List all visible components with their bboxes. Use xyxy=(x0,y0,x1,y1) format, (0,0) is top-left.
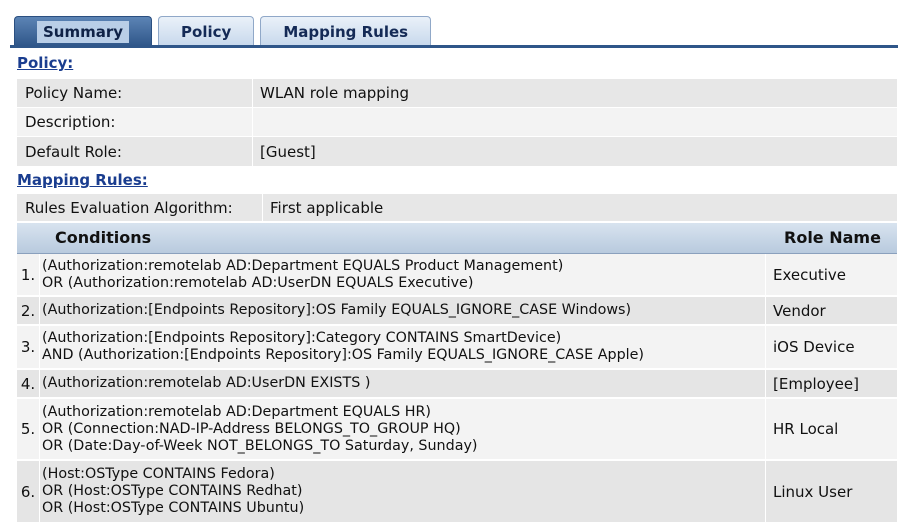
rule-row-1[interactable]: 1. (Authorization:remotelab AD:Departmen… xyxy=(17,254,897,296)
policy-summary-panel: Summary Policy Mapping Rules Policy: Pol… xyxy=(0,0,900,531)
condition-line: (Authorization:[Endpoints Repository]:Ca… xyxy=(42,330,562,346)
role-name-header: Role Name xyxy=(784,228,881,247)
algorithm-row: Rules Evaluation Algorithm: First applic… xyxy=(17,194,897,222)
rule-number: 1. xyxy=(20,265,36,284)
tab-policy-label: Policy xyxy=(181,23,232,41)
policy-section-title: Policy: xyxy=(17,54,74,72)
description-row: Description: xyxy=(17,108,897,137)
rule-role: Vendor xyxy=(773,301,826,320)
tab-summary-label: Summary xyxy=(37,21,130,43)
conditions-header: Conditions xyxy=(55,228,152,247)
tab-summary[interactable]: Summary xyxy=(14,16,153,46)
rule-role: iOS Device xyxy=(773,338,855,356)
condition-line: AND (Authorization:[Endpoints Repository… xyxy=(42,347,644,363)
tab-underline xyxy=(10,45,898,48)
rule-row-3[interactable]: 3. (Authorization:[Endpoints Repository]… xyxy=(17,326,897,369)
tab-bar: Summary Policy Mapping Rules xyxy=(14,14,432,46)
condition-line: (Authorization:remotelab AD:UserDN EXIST… xyxy=(42,375,371,391)
mapping-rules-section-title: Mapping Rules: xyxy=(17,171,148,189)
rule-conditions: (Authorization:remotelab AD:Department E… xyxy=(42,399,478,459)
rules-table-header: Conditions Role Name xyxy=(17,223,897,254)
default-role-value: [Guest] xyxy=(260,142,316,161)
tab-mapping-rules-label: Mapping Rules xyxy=(283,23,409,41)
rule-number: 6. xyxy=(20,482,36,501)
rule-role: [Employee] xyxy=(773,374,859,393)
rule-conditions: (Host:OSType CONTAINS Fedora) OR (Host:O… xyxy=(42,461,304,522)
condition-line: (Authorization:remotelab AD:Department E… xyxy=(42,403,431,420)
default-role-label: Default Role: xyxy=(25,142,122,161)
tab-policy[interactable]: Policy xyxy=(158,16,255,46)
policy-name-value: WLAN role mapping xyxy=(260,84,410,102)
algorithm-value: First applicable xyxy=(270,198,384,217)
rule-row-5[interactable]: 5. (Authorization:remotelab AD:Departmen… xyxy=(17,399,897,460)
default-role-row: Default Role: [Guest] xyxy=(17,137,897,167)
rule-role: Executive xyxy=(773,265,847,284)
rule-number: 3. xyxy=(20,338,36,356)
rule-conditions: (Authorization:remotelab AD:UserDN EXIST… xyxy=(42,370,370,397)
rule-conditions: (Authorization:remotelab AD:Department E… xyxy=(42,254,563,295)
rule-row-6[interactable]: 6. (Host:OSType CONTAINS Fedora) OR (Hos… xyxy=(17,461,897,523)
policy-name-label: Policy Name: xyxy=(25,84,123,102)
rule-role: HR Local xyxy=(773,420,839,438)
rule-row-4[interactable]: 4. (Authorization:remotelab AD:UserDN EX… xyxy=(17,370,897,398)
condition-line: OR (Authorization:remotelab AD:UserDN EQ… xyxy=(42,274,474,291)
description-label: Description: xyxy=(25,113,116,131)
rule-number: 2. xyxy=(20,301,36,320)
rule-conditions: (Authorization:[Endpoints Repository]:Ca… xyxy=(42,326,644,368)
condition-line: (Authorization:remotelab AD:Department E… xyxy=(42,257,564,274)
rule-conditions: (Authorization:[Endpoints Repository]:OS… xyxy=(42,297,631,324)
condition-line: OR (Host:OSType CONTAINS Redhat) xyxy=(42,483,303,499)
algorithm-label: Rules Evaluation Algorithm: xyxy=(25,198,233,217)
condition-line: OR (Connection:NAD-IP-Address BELONGS_TO… xyxy=(42,420,461,437)
condition-line: (Authorization:[Endpoints Repository]:OS… xyxy=(42,302,632,318)
policy-name-row: Policy Name: WLAN role mapping xyxy=(17,79,897,108)
condition-line: OR (Host:OSType CONTAINS Ubuntu) xyxy=(42,500,305,516)
rule-row-2[interactable]: 2. (Authorization:[Endpoints Repository]… xyxy=(17,297,897,325)
condition-line: (Host:OSType CONTAINS Fedora) xyxy=(42,466,275,482)
rule-number: 5. xyxy=(20,420,36,438)
condition-line: OR (Date:Day-of-Week NOT_BELONGS_TO Satu… xyxy=(42,437,478,454)
rule-role: Linux User xyxy=(773,482,853,501)
tab-mapping-rules[interactable]: Mapping Rules xyxy=(260,16,432,46)
rule-number: 4. xyxy=(20,374,36,393)
